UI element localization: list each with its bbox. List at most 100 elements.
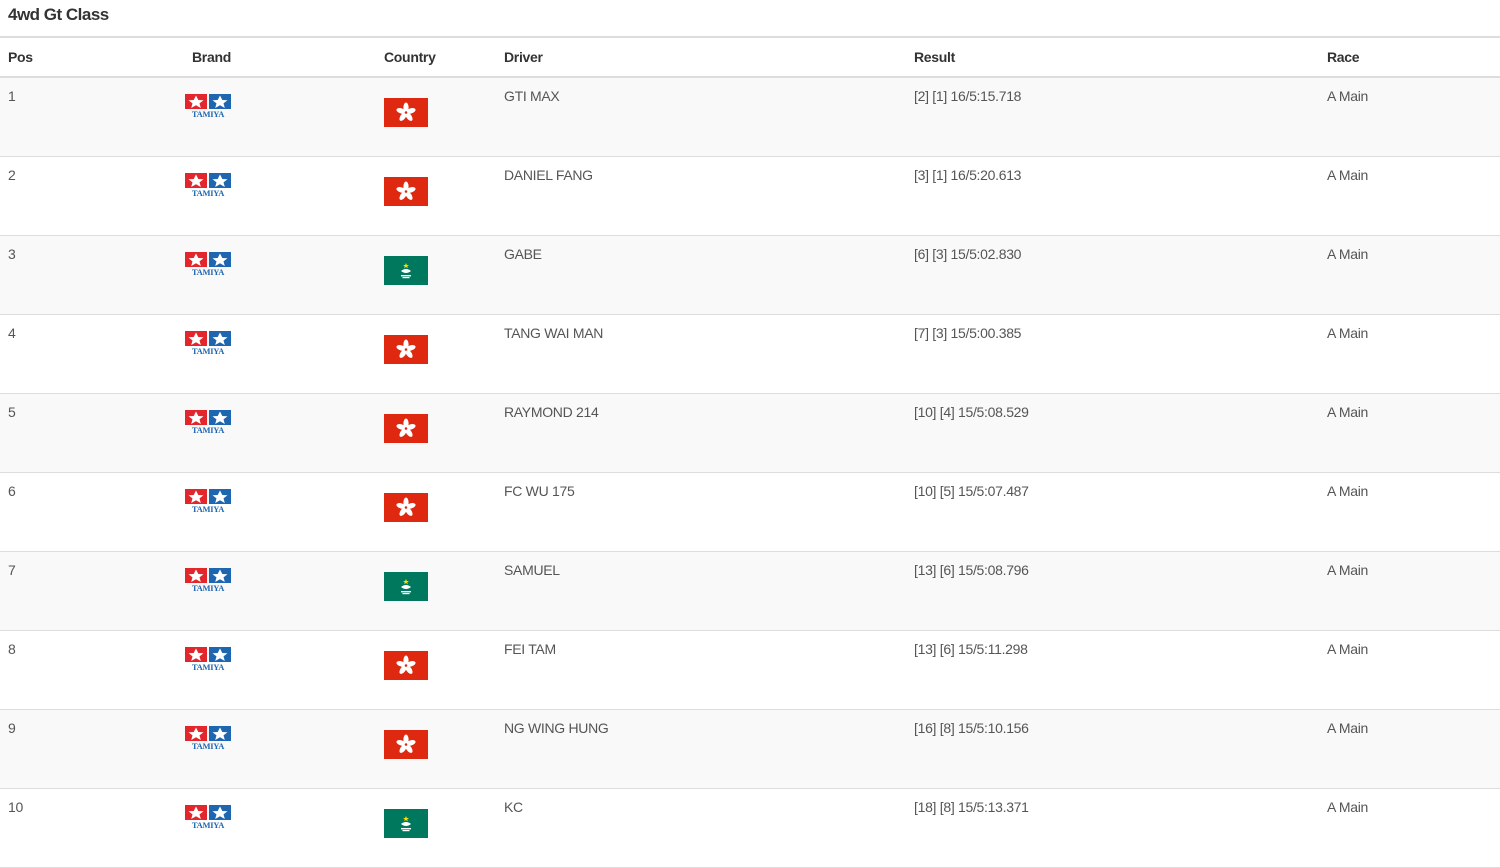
tamiya-logo-text: TAMIYA — [192, 425, 225, 434]
cell-brand: TAMIYA — [176, 709, 384, 789]
tamiya-logo: TAMIYA — [184, 805, 232, 830]
cell-race: A Main — [1319, 551, 1500, 631]
hong-kong-flag — [384, 177, 428, 206]
cell-brand: TAMIYA — [176, 472, 384, 552]
cell-race: A Main — [1319, 156, 1500, 236]
header-country[interactable]: Country — [384, 37, 496, 78]
hong-kong-flag — [384, 651, 428, 680]
table-row: 3 TAMIYA GABE [6] [3] 15/5:02.830 A Main — [0, 235, 1500, 315]
table-row: 2 TAMIYA DANIEL FANG [3] [1] 16/5:20.613 A M… — [0, 156, 1500, 236]
cell-country — [384, 788, 496, 868]
cell-driver: FEI TAM — [496, 630, 906, 710]
cell-country — [384, 551, 496, 631]
cell-result: [7] [3] 15/5:00.385 — [906, 314, 1319, 394]
macau-flag — [384, 256, 428, 285]
table-row: 8 TAMIYA FEI TAM [13] [6] 15/5:11.298 A Main — [0, 630, 1500, 710]
cell-country — [384, 393, 496, 473]
table-row: 5 TAMIYA RAYMOND 214 [10] [4] 15/5:08.529 A … — [0, 393, 1500, 473]
tamiya-logo-text: TAMIYA — [192, 188, 225, 197]
cell-country — [384, 235, 496, 315]
hong-kong-flag — [384, 98, 428, 127]
cell-country — [384, 314, 496, 394]
tamiya-logo-text: TAMIYA — [192, 741, 225, 750]
cell-race: A Main — [1319, 709, 1500, 789]
cell-driver: KC — [496, 788, 906, 868]
hong-kong-flag — [384, 335, 428, 364]
table-row: 6 TAMIYA FC WU 175 [10] [5] 15/5:07.487 A Ma… — [0, 472, 1500, 552]
cell-result: [16] [8] 15/5:10.156 — [906, 709, 1319, 789]
cell-brand: TAMIYA — [176, 156, 384, 236]
tamiya-logo: TAMIYA — [184, 94, 232, 119]
cell-race: A Main — [1319, 630, 1500, 710]
cell-pos: 4 — [0, 314, 176, 394]
cell-race: A Main — [1319, 77, 1500, 157]
cell-country — [384, 630, 496, 710]
header-brand[interactable]: Brand — [176, 37, 384, 78]
tamiya-logo: TAMIYA — [184, 568, 232, 593]
cell-brand: TAMIYA — [176, 551, 384, 631]
tamiya-logo: TAMIYA — [184, 331, 232, 356]
macau-flag — [384, 809, 428, 838]
cell-driver: DANIEL FANG — [496, 156, 906, 236]
tamiya-logo: TAMIYA — [184, 252, 232, 277]
cell-driver: GTI MAX — [496, 77, 906, 157]
cell-driver: GABE — [496, 235, 906, 315]
cell-result: [6] [3] 15/5:02.830 — [906, 235, 1319, 315]
tamiya-logo-text: TAMIYA — [192, 267, 225, 276]
results-table: Pos Brand Country Driver Result Race 1 TA… — [0, 36, 1500, 868]
table-row: 1 TAMIYA GTI MAX [2] [1] 16/5:15.718 A Main — [0, 77, 1500, 157]
tamiya-logo-text: TAMIYA — [192, 109, 225, 118]
cell-pos: 2 — [0, 156, 176, 236]
cell-race: A Main — [1319, 788, 1500, 868]
class-title: 4wd Gt Class — [8, 5, 109, 24]
table-row: 10 TAMIYA KC [18] [8] 15/5:13.371 A Main — [0, 788, 1500, 868]
hong-kong-flag — [384, 493, 428, 522]
cell-driver: TANG WAI MAN — [496, 314, 906, 394]
cell-race: A Main — [1319, 235, 1500, 315]
cell-pos: 10 — [0, 788, 176, 868]
cell-country — [384, 472, 496, 552]
cell-result: [10] [4] 15/5:08.529 — [906, 393, 1319, 473]
tamiya-logo: TAMIYA — [184, 726, 232, 751]
cell-pos: 9 — [0, 709, 176, 789]
tamiya-logo-text: TAMIYA — [192, 820, 225, 829]
cell-brand: TAMIYA — [176, 630, 384, 710]
cell-brand: TAMIYA — [176, 77, 384, 157]
tamiya-logo-text: TAMIYA — [192, 583, 225, 592]
tamiya-logo: TAMIYA — [184, 173, 232, 198]
header-pos[interactable]: Pos — [0, 37, 176, 78]
cell-result: [2] [1] 16/5:15.718 — [906, 77, 1319, 157]
cell-pos: 5 — [0, 393, 176, 473]
table-header-row: Pos Brand Country Driver Result Race — [0, 37, 1500, 78]
cell-driver: SAMUEL — [496, 551, 906, 631]
tamiya-logo: TAMIYA — [184, 489, 232, 514]
cell-pos: 1 — [0, 77, 176, 157]
results-page: 4wd Gt Class Pos Brand Country Driver Re… — [0, 0, 1500, 868]
macau-flag — [384, 572, 428, 601]
cell-result: [10] [5] 15/5:07.487 — [906, 472, 1319, 552]
header-race[interactable]: Race — [1319, 37, 1500, 78]
cell-brand: TAMIYA — [176, 235, 384, 315]
cell-result: [18] [8] 15/5:13.371 — [906, 788, 1319, 868]
tamiya-logo: TAMIYA — [184, 647, 232, 672]
cell-driver: RAYMOND 214 — [496, 393, 906, 473]
cell-race: A Main — [1319, 472, 1500, 552]
cell-result: [3] [1] 16/5:20.613 — [906, 156, 1319, 236]
cell-brand: TAMIYA — [176, 314, 384, 394]
cell-result: [13] [6] 15/5:08.796 — [906, 551, 1319, 631]
table-row: 7 TAMIYA SAMUEL [13] [6] 15/5:08.796 A Main — [0, 551, 1500, 631]
cell-brand: TAMIYA — [176, 393, 384, 473]
cell-pos: 3 — [0, 235, 176, 315]
cell-country — [384, 709, 496, 789]
cell-pos: 8 — [0, 630, 176, 710]
tamiya-logo-text: TAMIYA — [192, 504, 225, 513]
cell-result: [13] [6] 15/5:11.298 — [906, 630, 1319, 710]
cell-country — [384, 77, 496, 157]
hong-kong-flag — [384, 414, 428, 443]
tamiya-logo-text: TAMIYA — [192, 346, 225, 355]
cell-driver: NG WING HUNG — [496, 709, 906, 789]
cell-pos: 6 — [0, 472, 176, 552]
cell-driver: FC WU 175 — [496, 472, 906, 552]
header-result[interactable]: Result — [906, 37, 1319, 78]
header-driver[interactable]: Driver — [496, 37, 906, 78]
